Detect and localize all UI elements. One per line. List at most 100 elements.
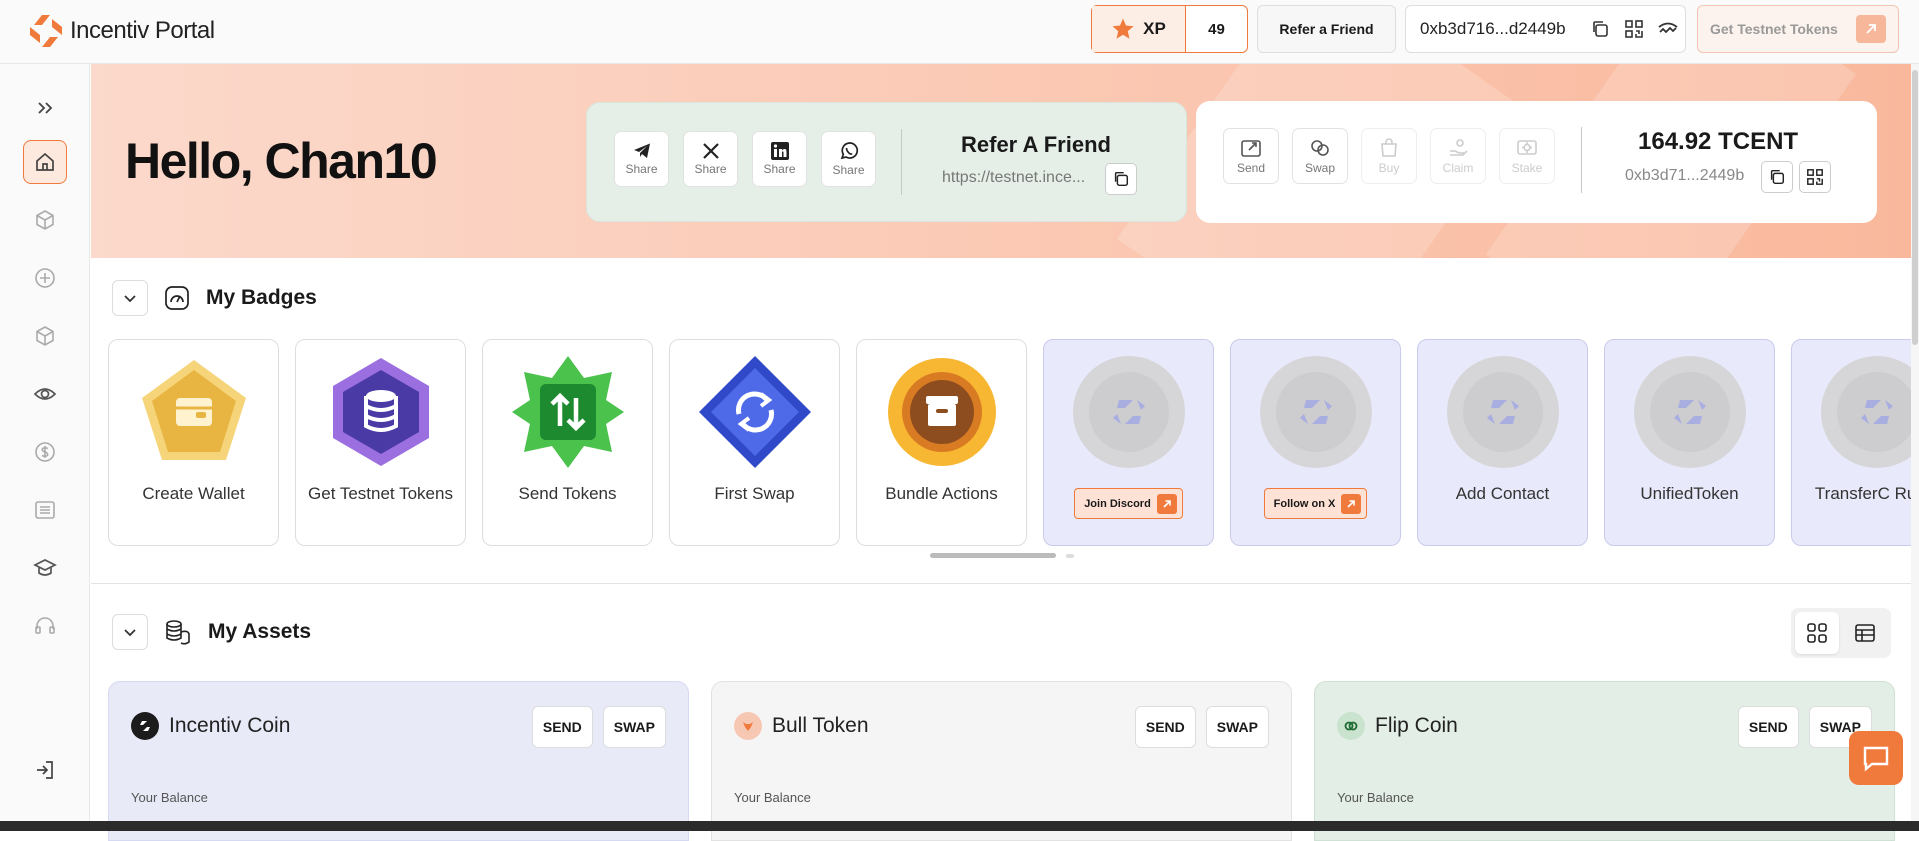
qr-code-icon[interactable] <box>1622 17 1646 41</box>
badge-card-locked[interactable]: Add Contact <box>1417 339 1588 546</box>
sidebar-item-box[interactable] <box>23 314 67 358</box>
wallet-connect-icon[interactable] <box>1656 17 1680 41</box>
badges-scrollbar[interactable] <box>930 553 1056 558</box>
buy-action-button[interactable]: Buy <box>1361 128 1417 184</box>
share-x-button[interactable]: Share <box>683 131 738 187</box>
share-label: Share <box>694 162 726 176</box>
claim-hand-icon <box>1447 137 1469 159</box>
balance-label: Your Balance <box>131 790 208 805</box>
stake-action-button[interactable]: Stake <box>1499 128 1555 184</box>
copy-address-button[interactable] <box>1761 161 1793 193</box>
show-qr-button[interactable] <box>1799 161 1831 193</box>
wallet-address: 0xb3d716...d2449b <box>1420 19 1566 39</box>
copy-icon[interactable] <box>1588 17 1612 41</box>
sidebar-item-home[interactable] <box>23 140 67 184</box>
badge-card-locked[interactable]: TransferC Rules <box>1791 339 1919 546</box>
collapse-assets-button[interactable] <box>112 614 148 650</box>
sidebar-expand-button[interactable] <box>23 86 67 130</box>
sidebar-item-add[interactable] <box>23 256 67 300</box>
locked-badge-icon <box>1634 356 1746 468</box>
database-badge-icon <box>325 356 437 468</box>
archive-badge-icon <box>886 356 998 468</box>
send-button[interactable]: SEND <box>532 706 593 748</box>
headset-icon <box>34 615 56 637</box>
wallet-badge-icon <box>138 356 250 468</box>
sidebar-logout-button[interactable] <box>23 748 67 792</box>
badge-gauge-icon <box>164 285 190 311</box>
join-discord-button[interactable]: Join Discord <box>1074 488 1183 519</box>
referral-link: https://testnet.ince... <box>942 169 1085 187</box>
swap-label: Swap <box>1305 161 1335 175</box>
asset-card[interactable]: Bull Token SEND SWAP Your Balance <box>711 681 1292 841</box>
badge-card-locked[interactable]: UnifiedToken <box>1604 339 1775 546</box>
badges-carousel[interactable]: Create Wallet Get Testnet Tokens Send To… <box>108 339 1919 546</box>
bull-token-icon <box>734 712 762 740</box>
chat-support-button[interactable] <box>1849 731 1903 785</box>
coins-stack-icon <box>164 618 192 646</box>
send-action-button[interactable]: Send <box>1223 128 1279 184</box>
wallet-address-box: 0xb3d716...d2449b <box>1405 5 1686 53</box>
copy-referral-link-button[interactable] <box>1105 163 1137 195</box>
share-linkedin-button[interactable]: Share <box>752 131 807 187</box>
get-testnet-tokens-button[interactable]: Get Testnet Tokens <box>1697 5 1899 53</box>
home-icon <box>34 151 56 173</box>
view-toggle <box>1791 608 1891 658</box>
table-view-button[interactable] <box>1843 612 1887 654</box>
short-wallet-address: 0xb3d71...2449b <box>1625 167 1744 185</box>
swap-action-button[interactable]: Swap <box>1292 128 1348 184</box>
send-button[interactable]: SEND <box>1135 706 1196 748</box>
badge-card-locked[interactable]: Join Discord <box>1043 339 1214 546</box>
list-icon <box>34 499 56 521</box>
badge-card[interactable]: Get Testnet Tokens <box>295 339 466 546</box>
asset-card[interactable]: Incentiv Coin SEND SWAP Your Balance <box>108 681 689 841</box>
eye-icon <box>33 383 57 405</box>
flip-coin-icon <box>1337 712 1365 740</box>
dollar-circle-icon <box>34 441 56 463</box>
badge-label: UnifiedToken <box>1630 480 1748 507</box>
x-logo-icon <box>702 142 720 160</box>
share-whatsapp-button[interactable]: Share <box>821 131 876 187</box>
send-label: Send <box>1237 161 1265 175</box>
collapse-badges-button[interactable] <box>112 280 148 316</box>
shopping-bag-icon <box>1378 137 1400 159</box>
refer-title: Refer A Friend <box>961 132 1111 158</box>
swap-button[interactable]: SWAP <box>603 706 666 748</box>
badges-scrollbar-track <box>1066 554 1074 558</box>
page-scrollbar-thumb[interactable] <box>1912 70 1918 345</box>
send-button[interactable]: SEND <box>1738 706 1799 748</box>
sidebar-item-support[interactable] <box>23 604 67 648</box>
incentiv-logo-icon <box>28 13 64 49</box>
sidebar-item-dollar[interactable] <box>23 430 67 474</box>
badge-card[interactable]: Send Tokens <box>482 339 653 546</box>
xp-counter[interactable]: XP 49 <box>1091 5 1248 53</box>
badge-card[interactable]: Bundle Actions <box>856 339 1027 546</box>
divider <box>1581 127 1582 193</box>
share-telegram-button[interactable]: Share <box>614 131 669 187</box>
asset-card[interactable]: Flip Coin SEND SWAP Your Balance <box>1314 681 1895 841</box>
swap-button[interactable]: SWAP <box>1206 706 1269 748</box>
sidebar-item-view[interactable] <box>23 372 67 416</box>
badge-card[interactable]: First Swap <box>669 339 840 546</box>
send-icon <box>1240 137 1262 159</box>
badge-card-locked[interactable]: Follow on X <box>1230 339 1401 546</box>
sidebar-item-learn[interactable] <box>23 546 67 590</box>
badge-card[interactable]: Create Wallet <box>108 339 279 546</box>
follow-on-x-button[interactable]: Follow on X <box>1264 488 1368 519</box>
swap-badge-icon <box>699 356 811 468</box>
logo[interactable]: Incentiv Portal <box>28 13 215 49</box>
qr-code-icon <box>1806 168 1824 186</box>
badge-label: Send Tokens <box>509 480 627 507</box>
stake-icon <box>1516 137 1538 159</box>
swap-icon <box>1309 137 1331 159</box>
cube-icon <box>34 209 56 231</box>
sidebar-item-list[interactable] <box>23 488 67 532</box>
claim-action-button[interactable]: Claim <box>1430 128 1486 184</box>
chat-icon <box>1861 743 1891 773</box>
arrow-up-right-icon <box>1856 15 1886 43</box>
badges-title: My Badges <box>206 286 317 310</box>
refer-a-friend-button[interactable]: Refer a Friend <box>1257 5 1396 53</box>
claim-label: Claim <box>1443 161 1474 175</box>
grid-view-button[interactable] <box>1795 612 1839 654</box>
sidebar-item-cube[interactable] <box>23 198 67 242</box>
page-scrollbar[interactable] <box>1911 64 1919 821</box>
